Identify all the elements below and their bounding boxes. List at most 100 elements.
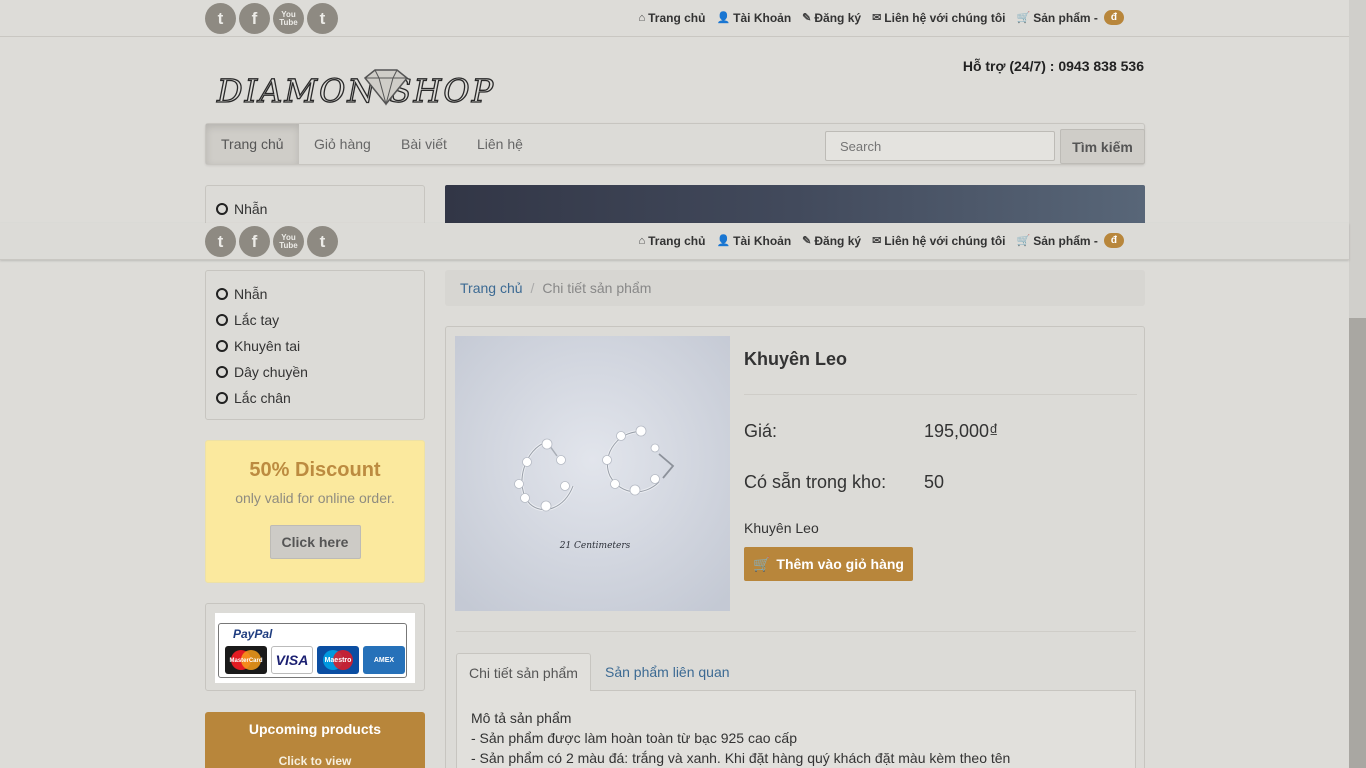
main-navbar: Trang chủ Giỏ hàng Bài viết Liên hệ Tìm … [205,123,1145,165]
category-label: Dây chuyền [234,364,308,380]
circle-icon [216,366,228,378]
search-button[interactable]: Tìm kiếm [1060,129,1145,164]
top-link-label: Sản phẩm - [1033,233,1098,248]
tumblr-icon[interactable]: t [307,3,338,34]
stock-value: 50 [924,472,945,492]
tab-related-products[interactable]: Sản phẩm liên quan [593,653,742,691]
youtube-icon[interactable]: You Tube [273,3,304,34]
page-scrollbar[interactable] [1349,0,1366,768]
category-label: Nhẫn [234,286,268,302]
twitter-icon[interactable]: t [205,3,236,34]
category-item-nhan[interactable]: Nhẫn [206,281,424,307]
top-link-label: Đăng ký [814,233,862,248]
scrollbar-thumb[interactable] [1349,318,1366,768]
nav-posts[interactable]: Bài viết [386,124,462,164]
tab-content: Mô tả sản phẩm - Sản phẩm được làm hoàn … [456,690,1136,768]
top-link-contact[interactable]: ✉ Liên hệ với chúng tôi [872,233,1005,248]
category-item-day-chuyen[interactable]: Dây chuyền [206,359,424,385]
sticky-top-bar: t f You Tube t ⌂ Trang chủ 👤 Tài Khoản ✎ Đă… [0,223,1349,260]
product-detail-panel: 21 Centimeters Khuyên Leo Giá: 195,000₫ … [445,326,1145,768]
user-icon: 👤 [716,12,731,24]
upcoming-link[interactable]: Click to view [205,754,425,768]
visa-icon: VISA [271,646,313,674]
upcoming-products-box[interactable]: Upcoming products Click to view [205,712,425,768]
product-name: Khuyên Leo [744,349,848,369]
facebook-icon[interactable]: f [239,3,270,34]
maestro-icon: Maestro [317,646,359,674]
circle-icon [216,288,228,300]
support-hotline: Hỗ trợ (24/7) : 0943 838 536 [962,58,1144,74]
circle-icon [216,314,228,326]
breadcrumb-current: Chi tiết sản phẩm [542,280,652,296]
category-item-khuyen-tai[interactable]: Khuyên tai [206,333,424,359]
social-links: t f You Tube t [205,3,338,34]
banner-slider[interactable] [445,185,1145,225]
product-short-description: Khuyên Leo [744,520,819,536]
divider [744,394,1137,395]
social-links: t f You Tube t [205,226,338,257]
twitter-icon[interactable]: t [205,226,236,257]
edit-icon: ✎ [802,12,812,24]
top-link-contact[interactable]: ✉ Liên hệ với chúng tôi [872,10,1005,25]
payment-methods-box: PayPal MasterCard VISA Maestro AMEX [205,603,425,691]
upcoming-title: Upcoming products [248,721,382,737]
top-link-label: Tài Khoản [733,10,792,25]
nav-home[interactable]: Trang chủ [206,124,299,164]
tab-product-details[interactable]: Chi tiết sản phẩm [456,653,591,691]
top-link-cart[interactable]: 🛒 Sản phẩm - đ [1016,233,1124,248]
top-link-register[interactable]: ✎ Đăng ký [802,10,861,25]
image-caption: 21 Centimeters [559,541,631,551]
category-label: Lắc chân [234,390,291,406]
top-link-register[interactable]: ✎ Đăng ký [802,233,861,248]
top-link-label: Trang chủ [648,233,706,248]
discount-click-button[interactable]: Click here [269,525,361,559]
discount-subtitle: only valid for online order. [235,490,395,506]
category-label: Lắc tay [234,312,280,328]
product-image[interactable]: 21 Centimeters [455,336,730,611]
tumblr-icon[interactable]: t [307,226,338,257]
top-link-label: Sản phẩm - [1033,10,1098,25]
top-link-label: Trang chủ [648,10,706,25]
category-item-lac-tay[interactable]: Lắc tay [206,307,424,333]
cart-icon: 🛒 [1016,12,1031,24]
description-line: Mô tả sản phẩm [471,710,572,726]
top-links: ⌂ Trang chủ 👤 Tài Khoản ✎ Đăng ký ✉ Liên hệ … [638,233,1124,248]
edit-icon: ✎ [802,235,812,247]
earring-illustration: 21 Centimeters [455,336,730,611]
top-link-home[interactable]: ⌂ Trang chủ [638,10,705,25]
discount-title: 50% Discount [249,459,381,481]
nav-contact[interactable]: Liên hệ [462,124,538,164]
envelope-icon: ✉ [872,235,882,247]
home-icon: ⌂ [638,234,646,247]
price-value: 195,000₫ [924,421,999,441]
top-bar: t f You Tube t ⌂ Trang chủ 👤 Tài Khoản ✎ Đă… [0,0,1349,37]
breadcrumb-home[interactable]: Trang chủ [460,280,523,296]
category-item[interactable]: Nhẫn [206,196,424,222]
discount-box: 50% Discount only valid for online order… [205,440,425,583]
top-links: ⌂ Trang chủ 👤 Tài Khoản ✎ Đăng ký ✉ Liên hệ … [638,10,1124,25]
cart-icon: 🛒 [1016,235,1031,247]
payment-banner: PayPal MasterCard VISA Maestro AMEX [215,613,415,683]
cart-icon: 🛒 [752,555,771,572]
svg-text:MasterCard: MasterCard [229,658,262,664]
top-link-account[interactable]: 👤 Tài Khoản [716,233,791,248]
search-input[interactable] [825,131,1055,161]
youtube-icon[interactable]: You Tube [273,226,304,257]
top-link-home[interactable]: ⌂ Trang chủ [638,233,705,248]
nav-cart[interactable]: Giỏ hàng [299,124,386,164]
stock-label: Có sẵn trong kho: [744,472,887,492]
facebook-icon[interactable]: f [239,226,270,257]
mastercard-icon: MasterCard [225,646,267,674]
add-to-cart-button[interactable]: 🛒 Thêm vào giỏ hàng [744,547,913,581]
top-link-label: Đăng ký [814,10,862,25]
description-line: - Sản phẩm được làm hoàn toàn từ bạc 925… [471,730,798,746]
divider [456,631,1136,632]
top-link-account[interactable]: 👤 Tài Khoản [716,10,791,25]
paypal-frame: PayPal MasterCard VISA Maestro AMEX [218,623,407,678]
category-item-lac-chan[interactable]: Lắc chân [206,385,424,411]
logo-text: DIAMON SHOP [216,72,495,110]
breadcrumb: Trang chủ / Chi tiết sản phẩm [445,270,1145,306]
svg-text:Maestro: Maestro [325,657,352,664]
top-link-cart[interactable]: 🛒 Sản phẩm - đ [1016,10,1124,25]
diamond-shop-logo[interactable]: DIAMON SHOP [215,64,505,110]
